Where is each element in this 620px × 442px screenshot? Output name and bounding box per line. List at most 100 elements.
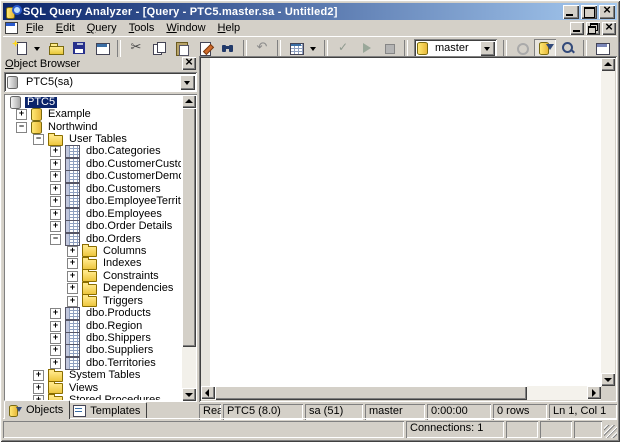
expand-icon[interactable]: + — [16, 109, 27, 120]
tab-objects[interactable]: Objects — [4, 400, 70, 419]
tree-item[interactable]: +Example — [6, 108, 181, 120]
menu-window[interactable]: Window — [160, 21, 211, 35]
expand-icon[interactable]: + — [50, 159, 61, 170]
maximize-icon[interactable] — [581, 5, 597, 19]
tree-item[interactable]: −dbo.Orders — [6, 233, 181, 245]
expand-icon[interactable]: + — [50, 321, 61, 332]
tree-scrollbar[interactable] — [182, 95, 196, 401]
scrollbar-track[interactable] — [182, 347, 196, 388]
execute-mode-button[interactable] — [285, 39, 307, 58]
tree-item[interactable]: +Constraints — [6, 270, 181, 282]
tree-item[interactable]: +Views — [6, 382, 181, 394]
menu-file[interactable]: File — [20, 21, 50, 35]
show-results-pane-button[interactable] — [614, 39, 620, 58]
collapse-icon[interactable]: − — [16, 122, 27, 133]
menu-tools[interactable]: Tools — [123, 21, 161, 35]
copy-button[interactable] — [148, 39, 170, 58]
expand-icon[interactable]: + — [50, 221, 61, 232]
tree-item[interactable]: +dbo.Shippers — [6, 332, 181, 344]
tree-item[interactable]: +Triggers — [6, 295, 181, 307]
connection-combo[interactable]: PTC5(sa) — [4, 72, 197, 92]
new-query-button[interactable] — [9, 39, 31, 58]
tree-item[interactable]: +dbo.Products — [6, 307, 181, 319]
title-bar[interactable]: SQL Query Analyzer - [Query - PTC5.maste… — [3, 3, 617, 20]
expand-icon[interactable]: + — [50, 345, 61, 356]
mdi-minimize-icon[interactable] — [570, 22, 584, 35]
scroll-down-icon[interactable] — [182, 388, 196, 401]
connection-combo-dropdown-icon[interactable] — [180, 75, 195, 90]
clear-window-button[interactable] — [194, 39, 216, 58]
expand-icon[interactable]: + — [33, 370, 44, 381]
database-combo-dropdown-icon[interactable] — [480, 41, 495, 56]
cut-button[interactable] — [125, 39, 147, 58]
collapse-icon[interactable]: − — [33, 134, 44, 145]
editor-vertical-scrollbar[interactable] — [601, 58, 615, 386]
scroll-left-icon[interactable] — [201, 386, 215, 399]
undo-button[interactable] — [251, 39, 273, 58]
object-browser-button[interactable] — [534, 39, 556, 58]
expand-icon[interactable]: + — [50, 196, 61, 207]
toolbar-dropdown-arrow-icon[interactable] — [308, 39, 320, 58]
tree-item[interactable]: +Indexes — [6, 258, 181, 270]
expand-icon[interactable]: + — [50, 308, 61, 319]
tree-item[interactable]: +dbo.EmployeeTerritories — [6, 196, 181, 208]
refresh-button[interactable] — [511, 39, 533, 58]
menu-query[interactable]: Query — [81, 21, 123, 35]
tree-item[interactable]: PTC5 — [6, 96, 181, 108]
tree-item[interactable]: +dbo.Territories — [6, 357, 181, 369]
expand-icon[interactable]: + — [50, 171, 61, 182]
tree-item[interactable]: +dbo.Region — [6, 320, 181, 332]
query-editor[interactable] — [201, 58, 601, 386]
tree-item[interactable]: +dbo.CustomerDemographics — [6, 171, 181, 183]
save-button[interactable] — [68, 39, 90, 58]
tree-item[interactable]: +dbo.Suppliers — [6, 345, 181, 357]
expand-icon[interactable]: + — [50, 333, 61, 344]
mdi-restore-icon[interactable] — [586, 22, 600, 35]
object-search-button[interactable] — [557, 39, 579, 58]
editor-horizontal-scrollbar[interactable] — [201, 386, 601, 400]
tree-item[interactable]: −User Tables — [6, 133, 181, 145]
expand-icon[interactable]: + — [50, 146, 61, 157]
object-browser-close-icon[interactable] — [182, 57, 196, 70]
execute-query-button[interactable] — [355, 39, 377, 58]
scrollbar-thumb[interactable] — [182, 108, 196, 347]
cancel-query-button[interactable] — [378, 39, 400, 58]
mdi-child-icon[interactable] — [4, 22, 18, 34]
find-button[interactable] — [217, 39, 239, 58]
scroll-up-icon[interactable] — [182, 95, 196, 108]
tree-item[interactable]: +Dependencies — [6, 283, 181, 295]
tab-templates[interactable]: Templates — [68, 402, 147, 419]
parse-query-button[interactable] — [332, 39, 354, 58]
collapse-icon[interactable]: − — [50, 234, 61, 245]
tree-item[interactable]: +Columns — [6, 245, 181, 257]
tree-item[interactable]: +dbo.Employees — [6, 208, 181, 220]
mdi-close-icon[interactable] — [602, 22, 616, 35]
insert-template-button[interactable] — [91, 39, 113, 58]
expand-icon[interactable]: + — [50, 209, 61, 220]
expand-icon[interactable]: + — [50, 358, 61, 369]
tree-item[interactable]: +dbo.Categories — [6, 146, 181, 158]
database-combo[interactable]: master — [414, 39, 497, 58]
scroll-up-icon[interactable] — [601, 58, 615, 71]
expand-icon[interactable]: + — [50, 184, 61, 195]
menu-help[interactable]: Help — [212, 21, 247, 35]
menu-edit[interactable]: Edit — [50, 21, 81, 35]
expand-icon[interactable]: + — [33, 383, 44, 394]
scroll-down-icon[interactable] — [601, 373, 615, 386]
tree-item[interactable]: +dbo.Order Details — [6, 220, 181, 232]
expand-icon[interactable]: + — [67, 258, 78, 269]
expand-icon[interactable]: + — [67, 283, 78, 294]
connection-properties-button[interactable] — [591, 39, 613, 58]
tree-item[interactable]: +dbo.CustomerCustomerDemo — [6, 158, 181, 170]
tree-item[interactable]: +System Tables — [6, 370, 181, 382]
scrollbar-thumb[interactable] — [215, 386, 527, 400]
tree-item[interactable]: +dbo.Customers — [6, 183, 181, 195]
close-icon[interactable] — [599, 5, 615, 19]
minimize-icon[interactable] — [563, 5, 579, 19]
expand-icon[interactable]: + — [67, 271, 78, 282]
tree-item[interactable]: −Northwind — [6, 121, 181, 133]
scrollbar-track[interactable] — [527, 386, 587, 400]
open-file-button[interactable] — [45, 39, 67, 58]
expand-icon[interactable]: + — [67, 246, 78, 257]
scroll-right-icon[interactable] — [587, 386, 601, 399]
